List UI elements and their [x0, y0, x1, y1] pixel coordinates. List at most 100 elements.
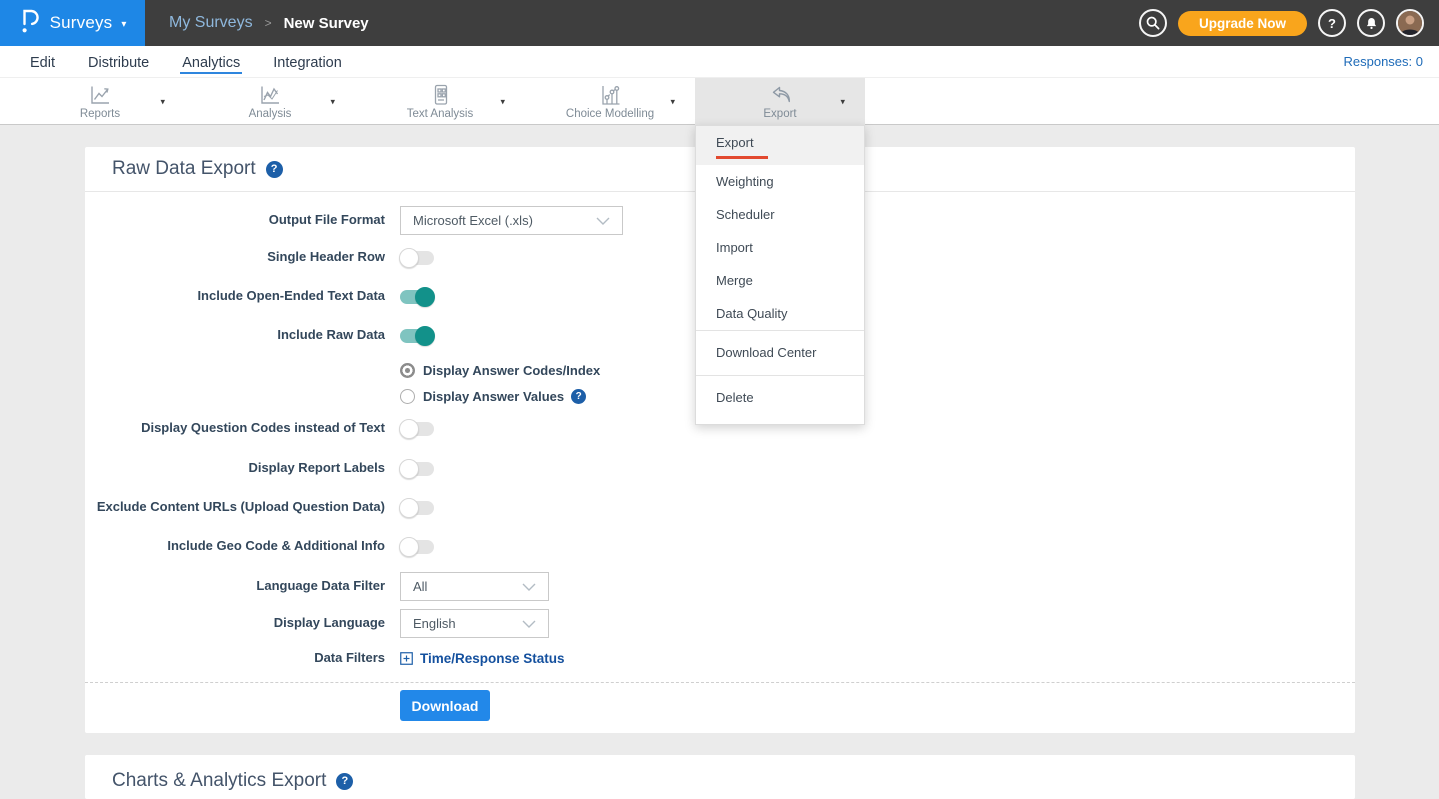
toggle-knob [399, 498, 419, 518]
time-response-status-link[interactable]: Time/Response Status [400, 651, 565, 666]
notifications-button[interactable] [1357, 9, 1385, 37]
analytics-toolbar: Reports ▾ Analysis ▾ Text Analysis ▾ [0, 77, 1439, 125]
exclude-urls-row: Exclude Content URLs (Upload Question Da… [85, 497, 434, 517]
top-bar: Surveys ▾ My Surveys > New Survey Upgrad… [0, 0, 1439, 46]
field-label: Language Data Filter [85, 578, 385, 594]
search-icon [1145, 15, 1161, 31]
language-filter-select[interactable]: All [400, 572, 549, 601]
toolbar-label: Choice Modelling [566, 108, 654, 120]
field-label: Output File Format [85, 212, 385, 228]
help-icon[interactable]: ? [571, 389, 586, 404]
question-mark-icon: ? [1328, 16, 1336, 31]
display-language-select[interactable]: English [400, 609, 549, 638]
toolbar-item-reports[interactable]: Reports ▾ [15, 78, 185, 125]
chevron-down-icon[interactable]: ▾ [160, 96, 165, 107]
tab-integration[interactable]: Integration [271, 50, 344, 74]
field-label: Data Filters [85, 650, 385, 666]
toolbar-label: Analysis [249, 108, 292, 120]
menu-item-export[interactable]: Export [696, 126, 864, 165]
menu-item-data-quality[interactable]: Data Quality [696, 297, 864, 330]
field-label: Include Open-Ended Text Data [85, 288, 385, 304]
charts-analytics-heading: Charts & Analytics Export ? [85, 755, 1355, 792]
language-filter-row: Language Data Filter All [85, 572, 549, 601]
bell-icon [1364, 16, 1379, 31]
upgrade-now-button[interactable]: Upgrade Now [1178, 11, 1307, 36]
toolbar-item-text-analysis[interactable]: Text Analysis ▾ [355, 78, 525, 125]
menu-item-weighting[interactable]: Weighting [696, 165, 864, 198]
field-label: Include Geo Code & Additional Info [85, 538, 385, 554]
menu-item-merge[interactable]: Merge [696, 264, 864, 297]
answer-values-radio[interactable] [400, 389, 415, 404]
menu-item-delete[interactable]: Delete [696, 376, 864, 420]
breadcrumb-current-survey: New Survey [284, 15, 369, 32]
survey-nav: Edit Distribute Analytics Integration Re… [0, 46, 1439, 77]
radio-label: Display Answer Values [423, 389, 564, 404]
exclude-urls-toggle[interactable] [400, 501, 434, 515]
chevron-down-icon [522, 583, 536, 591]
document-grid-icon [428, 83, 453, 107]
toggle-knob [415, 326, 435, 346]
chevron-down-icon[interactable]: ▾ [840, 96, 845, 107]
data-filters-row: Data Filters Time/Response Status [85, 649, 565, 667]
question-codes-toggle[interactable] [400, 422, 434, 436]
search-button[interactable] [1139, 9, 1167, 37]
menu-item-download-center[interactable]: Download Center [696, 331, 864, 375]
chevron-down-icon[interactable]: ▾ [670, 96, 675, 107]
field-label: Display Language [85, 615, 385, 631]
toggle-knob [399, 248, 419, 268]
toggle-knob [415, 287, 435, 307]
toggle-knob [399, 419, 419, 439]
display-language-row: Display Language English [85, 609, 549, 638]
chevron-down-icon [522, 620, 536, 628]
tab-distribute[interactable]: Distribute [86, 50, 151, 74]
brand-caret-icon: ▾ [121, 19, 126, 30]
questionpro-logo-icon [19, 8, 41, 39]
toolbar-item-export[interactable]: Export ▾ [695, 78, 865, 125]
share-arrow-icon [767, 83, 794, 107]
toolbar-item-choice-modelling[interactable]: Choice Modelling ▾ [525, 78, 695, 125]
raw-data-toggle[interactable] [400, 329, 434, 343]
user-avatar[interactable] [1396, 9, 1424, 37]
help-icon[interactable]: ? [266, 161, 283, 178]
page-title: Raw Data Export [112, 158, 256, 180]
breadcrumb-separator: > [265, 16, 272, 30]
line-chart-icon [88, 83, 113, 107]
output-format-select[interactable]: Microsoft Excel (.xls) [400, 206, 623, 235]
tab-analytics[interactable]: Analytics [180, 50, 242, 74]
chevron-down-icon[interactable]: ▾ [500, 96, 505, 107]
report-labels-toggle[interactable] [400, 462, 434, 476]
field-label: Include Raw Data [85, 327, 385, 343]
question-codes-row: Display Question Codes instead of Text [85, 418, 434, 438]
open-ended-toggle[interactable] [400, 290, 434, 304]
responses-count: Responses: 0 [1344, 54, 1424, 69]
toolbar-label: Text Analysis [407, 108, 473, 120]
open-ended-row: Include Open-Ended Text Data [85, 286, 434, 306]
active-menu-underline [716, 156, 768, 159]
field-label: Single Header Row [85, 249, 385, 265]
breadcrumb: My Surveys > New Survey [169, 14, 369, 32]
toolbar-item-analysis[interactable]: Analysis ▾ [185, 78, 355, 125]
help-icon[interactable]: ? [336, 773, 353, 790]
radio-label: Display Answer Codes/Index [423, 363, 600, 378]
help-button[interactable]: ? [1318, 9, 1346, 37]
breadcrumb-my-surveys[interactable]: My Surveys [169, 14, 253, 32]
single-header-toggle[interactable] [400, 251, 434, 265]
charts-analytics-export-card: Charts & Analytics Export ? [85, 755, 1355, 799]
section-title: Charts & Analytics Export [112, 770, 326, 792]
geo-code-toggle[interactable] [400, 540, 434, 554]
export-dropdown-menu: Export Weighting Scheduler Import Merge … [695, 125, 865, 425]
answer-codes-radio[interactable] [400, 363, 415, 378]
brand-surveys-menu[interactable]: Surveys ▾ [0, 0, 145, 46]
menu-item-import[interactable]: Import [696, 231, 864, 264]
chevron-down-icon[interactable]: ▾ [330, 96, 335, 107]
output-format-row: Output File Format Microsoft Excel (.xls… [85, 206, 623, 235]
tab-edit[interactable]: Edit [28, 50, 57, 74]
toggle-knob [399, 537, 419, 557]
download-button[interactable]: Download [400, 690, 490, 721]
plus-square-icon [400, 652, 413, 665]
field-label: Display Report Labels [85, 460, 385, 476]
topbar-actions: Upgrade Now ? [1139, 9, 1439, 37]
toolbar-label: Reports [80, 108, 120, 120]
toolbar-label: Export [763, 108, 796, 120]
menu-item-scheduler[interactable]: Scheduler [696, 198, 864, 231]
